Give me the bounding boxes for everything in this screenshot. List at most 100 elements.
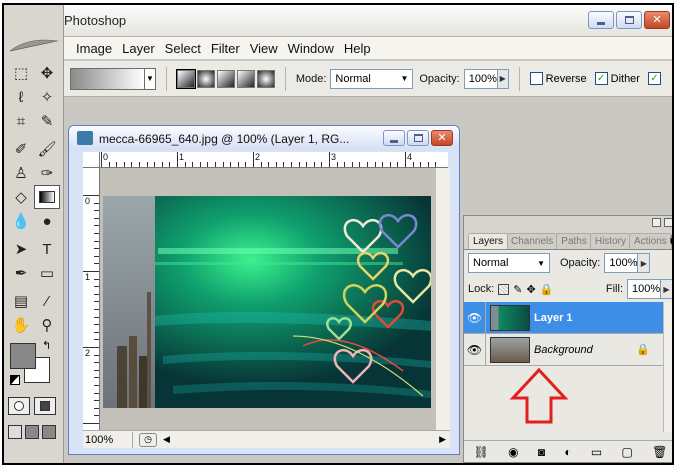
panel-close-icon[interactable] (664, 218, 672, 227)
lasso-tool-icon[interactable]: ℓ (8, 85, 34, 109)
dodge-tool-icon[interactable]: ● (34, 209, 60, 233)
menu-view[interactable]: View (250, 41, 278, 56)
vertical-scrollbar[interactable] (436, 168, 450, 430)
panel-menu-icon[interactable]: ▶ (669, 234, 672, 246)
canvas-area[interactable] (100, 168, 436, 430)
angle-gradient-button[interactable] (216, 69, 235, 88)
blur-tool-icon[interactable]: 💧 (8, 209, 34, 233)
type-tool-icon[interactable]: T (34, 237, 60, 261)
doc-minimize-button[interactable] (383, 130, 405, 146)
fill-input[interactable]: 100% (627, 279, 661, 299)
clone-stamp-tool-icon[interactable]: ♙ (8, 161, 34, 185)
gradient-picker-dropdown-icon[interactable]: ▼ (144, 67, 156, 90)
standard-mode-button[interactable] (8, 397, 30, 415)
maximize-button[interactable] (616, 11, 642, 29)
link-layers-icon[interactable]: ⛓ (474, 445, 489, 459)
menu-filter[interactable]: Filter (211, 41, 240, 56)
quick-mask-mode-button[interactable] (34, 397, 56, 415)
screen-mode-standard-icon[interactable] (8, 425, 22, 439)
lock-move-icon[interactable]: ✥ (527, 283, 536, 296)
tab-paths[interactable]: Paths (556, 233, 592, 249)
default-colors-icon[interactable] (10, 375, 20, 385)
diamond-gradient-button[interactable] (256, 69, 275, 88)
brush-tool-icon[interactable]: 🖌 (34, 137, 60, 161)
radial-gradient-button[interactable] (196, 69, 215, 88)
zoom-level-field[interactable]: 100% (83, 431, 133, 448)
hand-tool-icon[interactable]: ✋ (8, 313, 34, 337)
move-tool-icon[interactable]: ✥ (34, 61, 60, 85)
horizontal-ruler[interactable]: 0 1 2 3 4 (100, 152, 448, 168)
blend-mode-select[interactable]: Normal ▼ (468, 253, 550, 273)
transparency-checkbox[interactable]: ✓ (647, 72, 661, 85)
menu-layer[interactable]: Layer (122, 41, 155, 56)
canvas-image[interactable] (103, 196, 431, 408)
healing-brush-tool-icon[interactable]: ✐ (8, 137, 34, 161)
menu-select[interactable]: Select (165, 41, 201, 56)
layer-row-background[interactable]: 👁 Background 🔒 (464, 333, 664, 366)
layer-mask-icon[interactable]: ◙ (538, 445, 545, 459)
tab-actions[interactable]: Actions (628, 233, 672, 249)
notes-tool-icon[interactable]: ▤ (8, 289, 34, 313)
blend-mode-value: Normal (473, 257, 509, 269)
linear-gradient-button[interactable] (175, 68, 196, 89)
magic-wand-tool-icon[interactable]: ✧ (34, 85, 60, 109)
menu-window[interactable]: Window (288, 41, 334, 56)
tab-history[interactable]: History (589, 233, 631, 249)
status-info-icon[interactable]: ◷ (139, 432, 157, 447)
menu-image[interactable]: Image (76, 41, 112, 56)
lock-transparent-icon[interactable] (498, 283, 510, 295)
adjustment-layer-icon[interactable]: ◐ (564, 445, 571, 459)
pen-tool-icon[interactable]: ✒ (8, 261, 34, 285)
swap-colors-icon[interactable]: ↰ (42, 339, 51, 352)
vertical-ruler[interactable]: 0 1 2 (83, 168, 100, 430)
gradient-picker[interactable] (70, 67, 145, 90)
tab-channels[interactable]: Channels (506, 233, 559, 249)
foreground-color-swatch[interactable] (10, 343, 36, 369)
document-title-bar[interactable]: mecca-66965_640.jpg @ 100% (Layer 1, RG.… (69, 126, 459, 150)
screen-mode-full-icon[interactable] (42, 425, 56, 439)
eye-icon[interactable]: 👁 (464, 301, 486, 334)
layers-panel-grip[interactable] (464, 216, 672, 230)
path-selection-tool-icon[interactable]: ➤ (8, 237, 34, 261)
minimize-button[interactable] (588, 11, 614, 29)
eye-icon[interactable]: 👁 (464, 333, 486, 366)
eraser-tool-icon[interactable]: ◇ (8, 185, 34, 209)
marquee-tool-icon[interactable]: ⬚ (8, 61, 34, 85)
layer-style-icon[interactable]: ◉ (508, 445, 518, 459)
reflected-gradient-button[interactable] (236, 69, 255, 88)
trash-icon[interactable]: 🗑 (652, 445, 667, 459)
screen-mode-full-menu-icon[interactable] (25, 425, 39, 439)
mode-select[interactable]: Normal ▼ (330, 68, 414, 89)
close-button[interactable]: ✕ (644, 11, 670, 29)
mode-label: Mode: (295, 72, 327, 85)
layer-opacity-input[interactable]: 100% (604, 253, 639, 273)
eyedropper-tool-icon[interactable]: ⁄ (34, 289, 60, 313)
panel-collapse-icon[interactable] (652, 218, 661, 227)
dither-checkbox[interactable]: ✓ (594, 72, 608, 85)
lock-all-icon[interactable]: 🔒 (540, 283, 554, 296)
layers-scrollbar[interactable] (663, 302, 672, 432)
opacity-input[interactable]: 100% (463, 68, 498, 89)
fill-slider-button[interactable]: ▶ (661, 279, 672, 299)
reverse-checkbox[interactable] (529, 72, 543, 85)
opacity-slider-button[interactable]: ▶ (497, 68, 509, 89)
new-layer-icon[interactable]: ▢ (622, 445, 633, 459)
doc-close-button[interactable]: ✕ (431, 130, 453, 146)
crop-tool-icon[interactable]: ⌗ (8, 109, 34, 133)
status-scroll-right-icon[interactable]: ▶ (439, 434, 446, 445)
zoom-tool-icon[interactable]: ⚲ (34, 313, 60, 337)
layer-opacity-slider-button[interactable]: ▶ (638, 253, 651, 273)
gradient-tool-icon[interactable] (34, 185, 60, 209)
slice-tool-icon[interactable]: ✎ (34, 109, 60, 133)
ruler-origin[interactable] (83, 152, 100, 168)
tab-layers[interactable]: Layers (468, 233, 509, 249)
horizontal-scrollbar[interactable] (170, 433, 439, 447)
layer-row-layer-1[interactable]: 👁 Layer 1 (464, 301, 664, 334)
lock-brush-icon[interactable]: ✎ (513, 283, 522, 296)
shape-tool-icon[interactable]: ▭ (34, 261, 60, 285)
history-brush-tool-icon[interactable]: ✑ (34, 161, 60, 185)
status-arrow-icon[interactable]: ◀ (163, 434, 170, 445)
doc-maximize-button[interactable] (407, 130, 429, 146)
new-group-icon[interactable]: ▭ (591, 445, 602, 459)
menu-help[interactable]: Help (344, 41, 371, 56)
